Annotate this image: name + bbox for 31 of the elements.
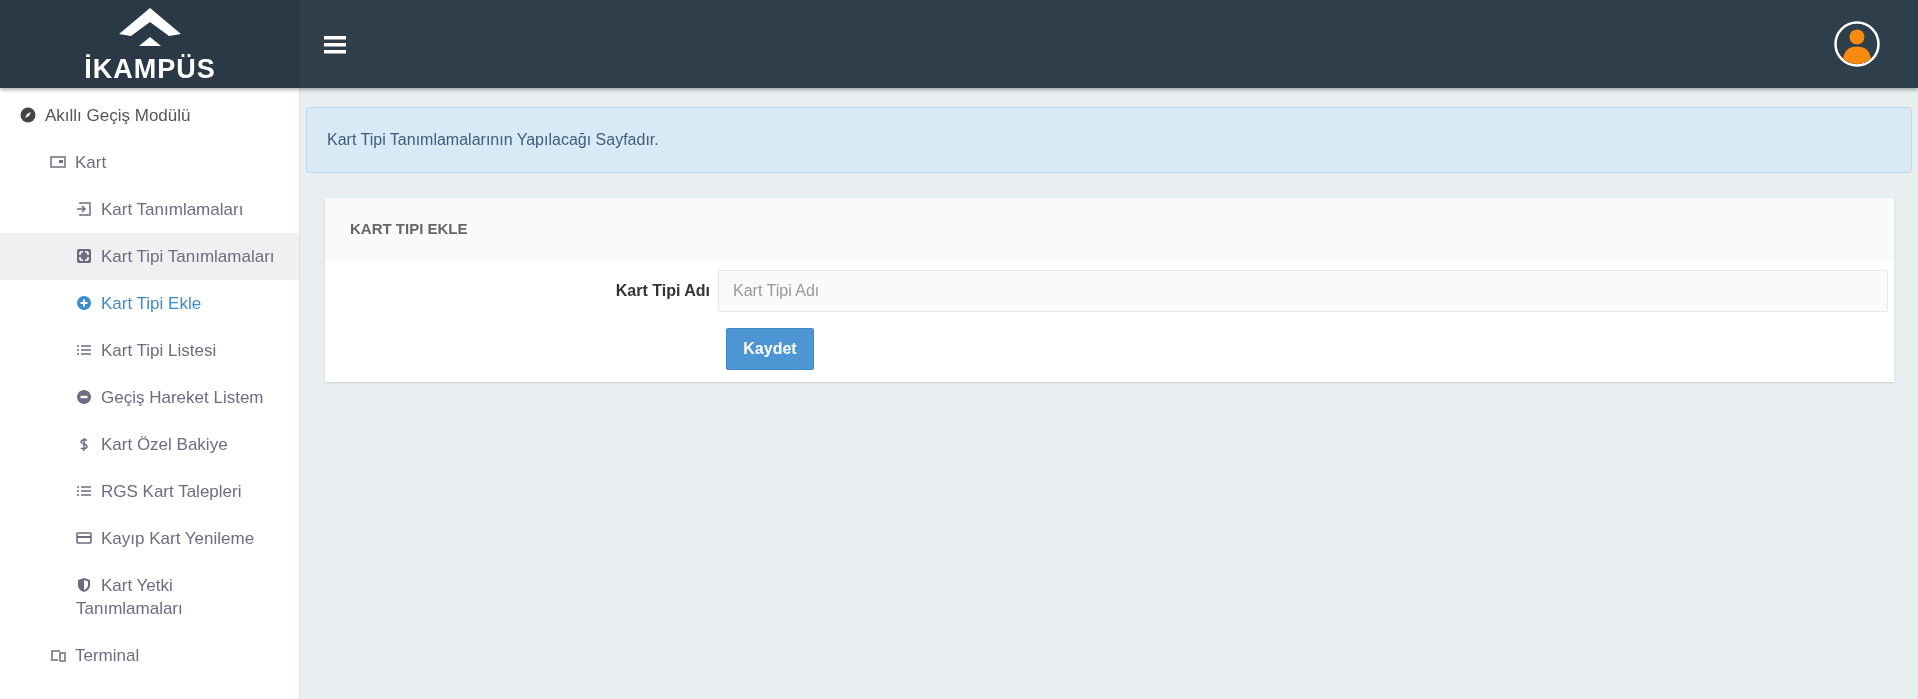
- shield-icon: [76, 577, 92, 593]
- sidebar-item[interactable]: Kart Özel Bakiye: [0, 421, 299, 468]
- sidebar-item[interactable]: Kart: [0, 139, 299, 186]
- devices-icon: [50, 647, 66, 663]
- input-field[interactable]: Kart Tipi Adı: [718, 270, 1888, 312]
- compass-icon: [20, 107, 36, 123]
- sidebar-item[interactable]: RGS Kart Talepleri: [0, 468, 299, 515]
- minus-circle-icon: [76, 389, 92, 405]
- menu-icon: [324, 35, 346, 54]
- save-button[interactable]: Kaydet: [726, 328, 814, 370]
- list-icon: [76, 483, 92, 499]
- sidebar-item[interactable]: Geçiş Hareket Listem: [0, 374, 299, 421]
- list-icon: [76, 342, 92, 358]
- sidebar-item[interactable]: Kart Tipi Listesi: [0, 327, 299, 374]
- expand-icon: [76, 248, 92, 264]
- sidebar-item[interactable]: Kart Tipi Ekle: [0, 280, 299, 327]
- info-alert: Kart Tipi Tanımlamalarının Yapılacağı Sayfadır.: [306, 107, 1912, 173]
- sidebar-item[interactable]: Kart Yetki Tanımlamaları: [0, 562, 299, 632]
- logo-text: İKAMPÜS: [84, 55, 216, 83]
- plus-circle-icon: [76, 295, 92, 311]
- user-avatar-icon[interactable]: [1834, 21, 1880, 67]
- credit-card-icon: [76, 530, 92, 546]
- form-title: KART TIPI EKLE: [350, 218, 468, 239]
- field-label: Kart Tipi Adı: [614, 281, 711, 301]
- sidebar-item[interactable]: Kart Tipi Tanımlamaları: [0, 233, 299, 280]
- sidebar-item[interactable]: Terminal: [0, 632, 299, 679]
- login-icon: [76, 201, 92, 217]
- sidebar-item[interactable]: Kart Tanımlamaları: [0, 186, 299, 233]
- sidebar-item[interactable]: Kayıp Kart Yenileme: [0, 515, 299, 562]
- sidebar-item[interactable]: Akıllı Geçiş Modülü: [0, 92, 299, 139]
- card-icon: [50, 154, 66, 170]
